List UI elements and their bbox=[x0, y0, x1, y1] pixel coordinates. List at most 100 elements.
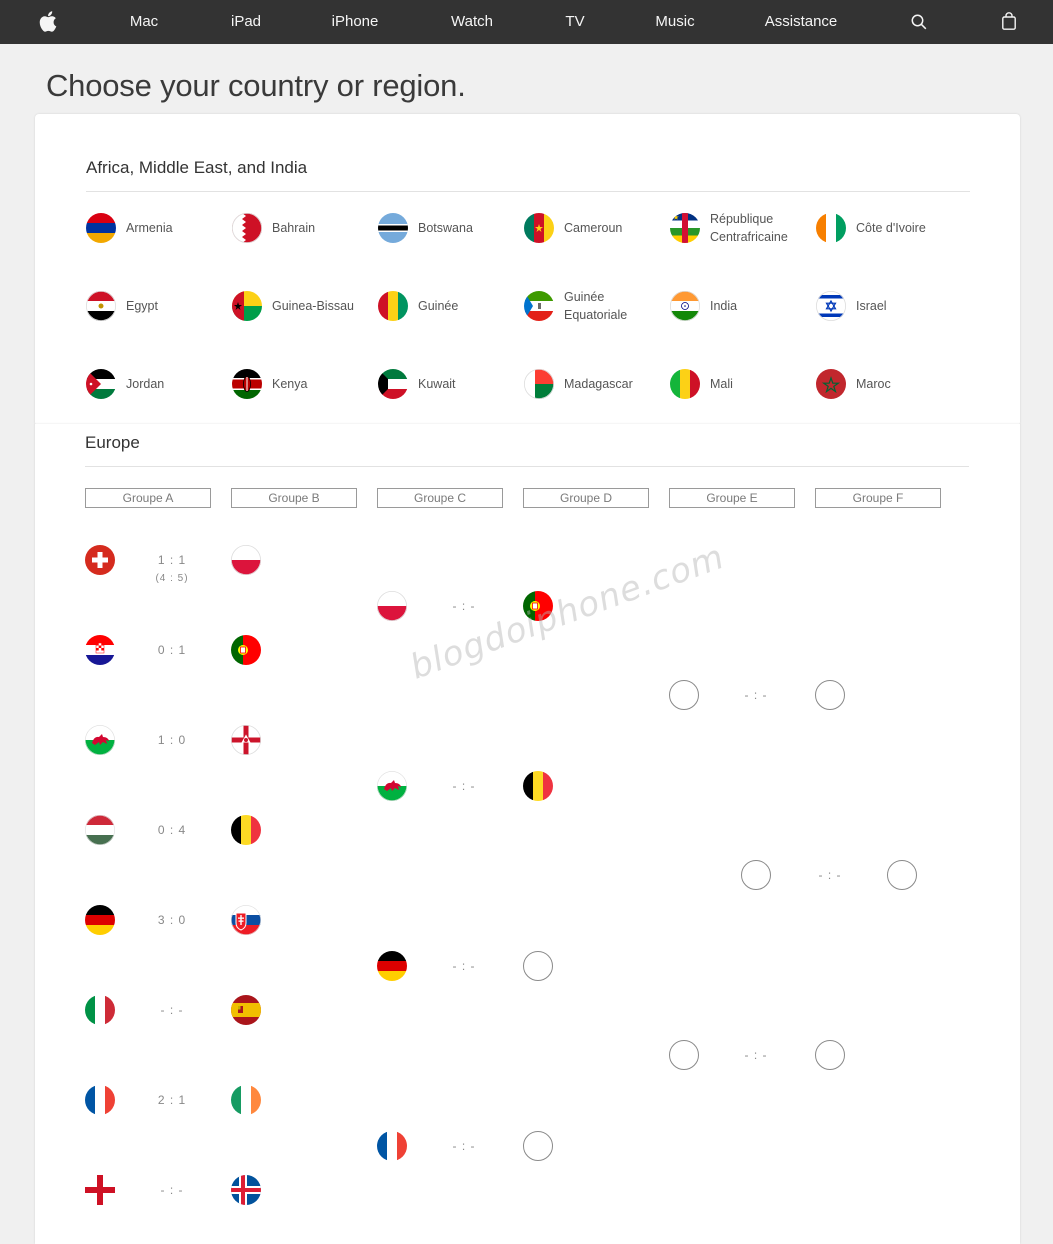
group-a-label: Groupe A bbox=[85, 488, 211, 508]
empty-team-slot[interactable] bbox=[815, 1040, 845, 1070]
group-d-label: Groupe D bbox=[523, 488, 649, 508]
belgium-flag-icon bbox=[231, 815, 261, 845]
nav-mac[interactable]: Mac bbox=[130, 0, 158, 44]
country-label: Botswana bbox=[418, 221, 473, 235]
nav-ipad[interactable]: iPad bbox=[231, 0, 261, 44]
apple-logo-icon[interactable] bbox=[39, 11, 57, 37]
country-republique-centrafricaine[interactable]: République Centrafricaine bbox=[670, 210, 810, 246]
nav-music[interactable]: Music bbox=[655, 0, 694, 44]
match-score: 1 : 1 bbox=[157, 553, 187, 567]
poland-flag-icon bbox=[230, 544, 262, 576]
empty-team-slot[interactable] bbox=[523, 1131, 553, 1161]
country-label: Israel bbox=[856, 299, 887, 313]
country-label: Egypt bbox=[126, 299, 158, 313]
country-kuwait[interactable]: Kuwait bbox=[378, 366, 518, 402]
country-guinee-equatoriale[interactable]: Guinée Equatoriale bbox=[524, 288, 664, 324]
global-nav: Mac iPad iPhone Watch TV Music Assistanc… bbox=[0, 0, 1053, 44]
match-score: 2 : 1 bbox=[157, 1093, 187, 1107]
country-india[interactable]: India bbox=[670, 288, 810, 324]
country-label: Mali bbox=[710, 377, 733, 391]
match-score: - : - bbox=[452, 959, 476, 973]
wales-flag-icon bbox=[85, 725, 115, 755]
group-b-label: Groupe B bbox=[231, 488, 357, 508]
country-label: Cameroun bbox=[564, 221, 623, 235]
country-israel[interactable]: Israel bbox=[816, 288, 956, 324]
poland-flag-icon bbox=[376, 590, 408, 622]
country-label: Kenya bbox=[272, 377, 308, 391]
page-title: Choose your country or region. bbox=[46, 68, 466, 103]
country-armenia[interactable]: Armenia bbox=[86, 210, 226, 246]
cameroon-flag-icon bbox=[524, 213, 554, 243]
section-divider bbox=[86, 191, 970, 192]
india-flag-icon bbox=[670, 291, 700, 321]
germany-flag-icon bbox=[85, 905, 115, 935]
france-flag-icon bbox=[85, 1085, 115, 1115]
france-flag-icon bbox=[377, 1131, 407, 1161]
empty-team-slot[interactable] bbox=[669, 680, 699, 710]
country-label: Maroc bbox=[856, 377, 891, 391]
match-score: - : - bbox=[452, 1139, 476, 1153]
country-mali[interactable]: Mali bbox=[670, 366, 810, 402]
portugal-flag-icon bbox=[523, 591, 553, 621]
empty-team-slot[interactable] bbox=[741, 860, 771, 890]
country-maroc[interactable]: Maroc bbox=[816, 366, 956, 402]
country-bahrain[interactable]: Bahrain bbox=[232, 210, 372, 246]
nav-tv[interactable]: TV bbox=[565, 0, 584, 44]
empty-team-slot[interactable] bbox=[669, 1040, 699, 1070]
guinea-flag-icon bbox=[378, 291, 408, 321]
country-cote-divoire[interactable]: Côte d'Ivoire bbox=[816, 210, 956, 246]
ireland-flag-icon bbox=[231, 1085, 261, 1115]
shopping-bag-icon[interactable] bbox=[1002, 12, 1016, 35]
empty-team-slot[interactable] bbox=[523, 951, 553, 981]
section-title-africa: Africa, Middle East, and India bbox=[86, 158, 308, 177]
country-egypt[interactable]: Egypt bbox=[86, 288, 226, 324]
country-madagascar[interactable]: Madagascar bbox=[524, 366, 664, 402]
group-c-label: Groupe C bbox=[377, 488, 503, 508]
jordan-flag-icon bbox=[86, 369, 116, 399]
match-score: 0 : 1 bbox=[157, 643, 187, 657]
italy-flag-icon bbox=[85, 995, 115, 1025]
northern-ireland-flag-icon bbox=[230, 724, 262, 756]
country-label: Jordan bbox=[126, 377, 165, 391]
iceland-flag-icon bbox=[231, 1175, 261, 1205]
match-score: - : - bbox=[744, 688, 768, 702]
switzerland-flag-icon bbox=[85, 545, 115, 575]
guinea-bissau-flag-icon bbox=[232, 291, 262, 321]
country-botswana[interactable]: Botswana bbox=[378, 210, 518, 246]
country-cameroun[interactable]: Cameroun bbox=[524, 210, 664, 246]
country-label: Côte d'Ivoire bbox=[856, 221, 926, 235]
penalty-score: (4 : 5) bbox=[155, 573, 189, 584]
country-jordan[interactable]: Jordan bbox=[86, 366, 226, 402]
match-score: - : - bbox=[452, 779, 476, 793]
hungary-flag-icon bbox=[85, 815, 115, 845]
nav-watch[interactable]: Watch bbox=[451, 0, 493, 44]
nav-assistance[interactable]: Assistance bbox=[765, 0, 838, 44]
croatia-flag-icon bbox=[85, 635, 115, 665]
bahrain-flag-icon bbox=[232, 213, 262, 243]
slovakia-flag-icon bbox=[231, 905, 261, 935]
kenya-flag-icon bbox=[232, 369, 262, 399]
group-e-label: Groupe E bbox=[669, 488, 795, 508]
country-label: Guinée bbox=[418, 299, 459, 313]
country-label: Armenia bbox=[126, 221, 173, 235]
spain-flag-icon bbox=[231, 995, 261, 1025]
madagascar-flag-icon bbox=[524, 369, 554, 399]
match-score: - : - bbox=[744, 1048, 768, 1062]
belgium-flag-icon bbox=[523, 771, 553, 801]
section-divider bbox=[85, 466, 969, 467]
country-guinea-bissau[interactable]: Guinea-Bissau bbox=[232, 288, 372, 324]
mali-flag-icon bbox=[670, 369, 700, 399]
empty-team-slot[interactable] bbox=[815, 680, 845, 710]
country-kenya[interactable]: Kenya bbox=[232, 366, 372, 402]
match-score: - : - bbox=[160, 1183, 184, 1197]
search-icon[interactable] bbox=[911, 14, 927, 35]
country-label: Bahrain bbox=[272, 221, 316, 235]
country-label: Guinea-Bissau bbox=[272, 299, 354, 313]
match-score: 0 : 4 bbox=[157, 823, 187, 837]
nav-iphone[interactable]: iPhone bbox=[332, 0, 379, 44]
country-guinee[interactable]: Guinée bbox=[378, 288, 518, 324]
match-score: 3 : 0 bbox=[157, 913, 187, 927]
country-label: République Centrafricaine bbox=[710, 212, 788, 244]
country-label: Guinée Equatoriale bbox=[564, 290, 628, 322]
empty-team-slot[interactable] bbox=[887, 860, 917, 890]
